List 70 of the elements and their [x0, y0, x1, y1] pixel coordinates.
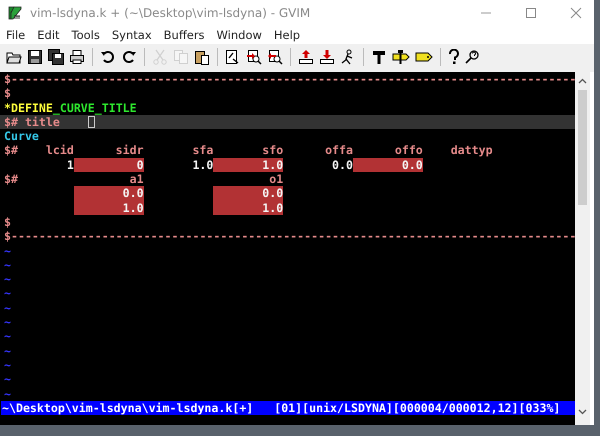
comment-text: $# title — [4, 114, 60, 130]
scroll-down-icon[interactable] — [578, 409, 587, 415]
hammer-icon[interactable] — [371, 49, 387, 65]
menu-item[interactable]: File — [6, 28, 26, 42]
empty-line-marker: ~ — [4, 329, 11, 344]
keyword-text: *DEFINE — [4, 100, 53, 115]
field-value[interactable]: 1.0 — [74, 200, 144, 215]
empty-line-marker: ~ — [4, 244, 11, 258]
keyword-text: _CURVE_TITLE — [52, 100, 137, 115]
empty-line-marker: ~ — [4, 286, 11, 301]
menu-item[interactable]: Buffers — [164, 28, 205, 42]
column-heading: a1 — [130, 172, 144, 186]
vim-logo-icon — [7, 5, 23, 21]
empty-line-marker: ~ — [4, 258, 11, 272]
empty-line-marker: ~ — [4, 300, 11, 316]
column-heading: sfo — [262, 143, 284, 158]
field-value[interactable]: 1.0 — [213, 158, 284, 172]
field-value[interactable]: 0 — [74, 158, 144, 172]
scrollbar[interactable] — [575, 72, 590, 425]
file-path: ~\Desktop\vim-lsdyna\vim-lsdyna.k[+] — [2, 400, 254, 416]
window-title: vim-lsdyna.k + (~\Desktop\vim-lsdyna) - GVIM — [30, 6, 310, 20]
comment-text: $# — [4, 143, 18, 158]
scrollbar-thumb[interactable] — [578, 90, 587, 205]
empty-line-marker: ~ — [4, 372, 11, 387]
redo-icon[interactable] — [121, 49, 137, 65]
undo-icon[interactable] — [100, 49, 116, 65]
field-value: 1.0 — [192, 158, 214, 172]
find-previous-icon[interactable] — [267, 49, 283, 65]
menu-item[interactable]: Tools — [72, 28, 100, 42]
scroll-up-icon[interactable] — [578, 78, 587, 84]
download-tray-icon[interactable] — [319, 49, 335, 65]
help-icon[interactable] — [448, 49, 460, 65]
floppy-disks-icon[interactable] — [48, 49, 64, 65]
file-info: [01][unix/LSDYNA][000004/000012,12][033%] — [274, 400, 560, 416]
empty-line-marker: ~ — [4, 358, 11, 372]
field-value[interactable]: 0.0 — [352, 158, 423, 172]
empty-line-marker: ~ — [4, 386, 11, 401]
field-value: 1 — [66, 158, 74, 172]
clipboard-icon[interactable] — [194, 49, 210, 65]
text-cursor — [88, 116, 95, 128]
empty-line-marker: ~ — [4, 272, 11, 286]
field-value[interactable]: 0.0 — [74, 186, 144, 201]
comment-text: $--------------------------------------------------------------------------------- — [4, 229, 576, 244]
title-value: Curve — [4, 129, 39, 144]
column-heading: dattyp — [450, 143, 493, 158]
column-heading: offo — [394, 143, 423, 158]
field-value[interactable]: 0.0 — [213, 186, 284, 201]
comment-text: $# — [4, 172, 18, 186]
menu-item[interactable]: Syntax — [112, 28, 152, 42]
field-value[interactable]: 1.0 — [213, 200, 284, 215]
find-next-icon[interactable] — [246, 49, 262, 65]
printer-icon[interactable] — [69, 49, 85, 65]
column-heading: sidr — [116, 143, 144, 158]
field-value: 0.0 — [332, 158, 353, 172]
comment-text: $ — [4, 86, 11, 101]
maximize-icon[interactable] — [525, 7, 537, 19]
comment-text: $--------------------------------------------------------------------------------- — [4, 72, 576, 86]
search-help-icon[interactable] — [465, 49, 481, 65]
empty-line-marker: ~ — [4, 344, 11, 358]
column-heading: lcid — [46, 143, 74, 158]
menu-item[interactable]: Window — [216, 28, 262, 42]
column-heading: sfa — [192, 143, 214, 158]
comment-text: $ — [4, 214, 11, 230]
close-icon[interactable] — [570, 7, 582, 19]
menu-item[interactable]: Help — [274, 28, 300, 42]
column-heading: o1 — [269, 172, 284, 186]
menu-item[interactable]: Edit — [37, 28, 60, 42]
empty-line-marker: ~ — [4, 315, 11, 330]
column-heading: offa — [325, 143, 353, 158]
upload-tray-icon[interactable] — [298, 49, 314, 65]
